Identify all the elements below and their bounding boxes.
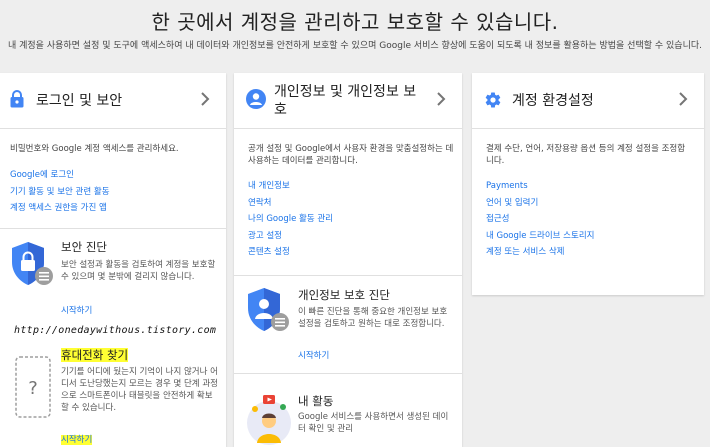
login-security-title: 로그인 및 보안 bbox=[36, 93, 123, 109]
find-phone-start-link[interactable]: 시작하기 bbox=[61, 433, 93, 445]
link-ad-settings[interactable]: 광고 설정 bbox=[248, 228, 333, 245]
privacy-card: 개인정보 및 개인정보 보호 공개 설정 및 Google에서 사용자 환경을 … bbox=[234, 73, 462, 447]
security-check-description: 보안 설정과 활동을 검토하여 계정을 보호할 수 있으며 몇 분밖에 걸리지 … bbox=[61, 260, 216, 282]
gear-icon bbox=[485, 92, 501, 108]
link-device-activity[interactable]: 기기 활동 및 보안 관련 활동 bbox=[10, 184, 110, 201]
privacy-description: 공개 설정 및 Google에서 사용자 환경을 맞춤설정하는 데 사용하는 데… bbox=[248, 144, 454, 166]
divider bbox=[0, 228, 226, 229]
person-icon bbox=[246, 89, 266, 109]
chevron-right-icon[interactable] bbox=[676, 91, 690, 107]
link-google-signin[interactable]: Google에 로그인 bbox=[10, 167, 110, 184]
lock-icon bbox=[10, 90, 24, 108]
page-headline: 한 곳에서 계정을 관리하고 보호할 수 있습니다. bbox=[151, 10, 559, 34]
privacy-title: 개인정보 및 개인정보 보호 bbox=[274, 84, 417, 118]
link-drive-storage[interactable]: 내 Google 드라이브 스토리지 bbox=[486, 228, 594, 245]
link-accessibility[interactable]: 접근성 bbox=[486, 211, 594, 228]
chevron-right-icon[interactable] bbox=[198, 91, 212, 107]
link-contacts[interactable]: 연락처 bbox=[248, 195, 333, 212]
find-phone-description: 기기를 어디에 뒀는지 기억이 나지 않거나 어디서 도난당했는지 모르는 경우… bbox=[61, 367, 218, 413]
link-connected-apps[interactable]: 계정 액세스 권한을 가진 앱 bbox=[10, 200, 110, 217]
login-security-description: 비밀번호와 Google 계정 액세스를 관리하세요. bbox=[10, 144, 179, 154]
preferences-description: 결제 수단, 언어, 저장용량 옵션 등의 계정 설정을 조정합니다. bbox=[486, 144, 686, 166]
login-security-header[interactable]: 로그인 및 보안 bbox=[0, 73, 226, 129]
link-delete-account[interactable]: 계정 또는 서비스 삭제 bbox=[486, 244, 594, 261]
page-subtitle: 내 계정을 사용하면 설정 및 도구에 액세스하여 내 데이터와 개인정보를 안… bbox=[7, 41, 702, 51]
link-personal-info[interactable]: 내 개인정보 bbox=[248, 178, 333, 195]
privacy-check-start-link[interactable]: 시작하기 bbox=[298, 349, 329, 361]
privacy-check-description: 이 빠른 진단을 통해 중요한 개인정보 보호 설정을 검토하고 원하는 대로 … bbox=[298, 307, 448, 329]
privacy-links: 내 개인정보 연락처 나의 Google 활동 관리 광고 설정 콘텐츠 설정 bbox=[248, 178, 333, 261]
phone-question-icon: ? bbox=[15, 356, 51, 418]
my-activity-description: Google 서비스를 사용하면서 생성된 데이터 확인 및 관리 bbox=[298, 412, 449, 434]
link-content-settings[interactable]: 콘텐츠 설정 bbox=[248, 244, 333, 261]
preferences-header[interactable]: 계정 환경설정 bbox=[472, 73, 704, 129]
link-activity-controls[interactable]: 나의 Google 활동 관리 bbox=[248, 211, 333, 228]
svg-text:?: ? bbox=[28, 378, 38, 399]
link-payments[interactable]: Payments bbox=[486, 178, 594, 195]
my-activity-illustration-icon bbox=[247, 395, 291, 445]
security-check-start-link[interactable]: 시작하기 bbox=[61, 304, 92, 316]
link-language-input[interactable]: 언어 및 입력기 bbox=[486, 195, 594, 212]
my-activity-title[interactable]: 내 활동 bbox=[298, 393, 333, 409]
security-shield-icon bbox=[12, 242, 53, 285]
find-phone-title[interactable]: 휴대전화 찾기 bbox=[61, 347, 129, 363]
divider bbox=[234, 373, 462, 374]
security-check-title[interactable]: 보안 진단 bbox=[61, 239, 107, 255]
blog-watermark: http://onedaywithous.tistory.com bbox=[14, 325, 217, 336]
privacy-shield-icon bbox=[248, 288, 289, 331]
privacy-check-title[interactable]: 개인정보 보호 진단 bbox=[298, 287, 390, 303]
chevron-right-icon[interactable] bbox=[434, 91, 448, 107]
divider bbox=[234, 275, 462, 276]
privacy-header[interactable]: 개인정보 및 개인정보 보호 bbox=[234, 73, 462, 129]
preferences-card: 계정 환경설정 결제 수단, 언어, 저장용량 옵션 등의 계정 설정을 조정합… bbox=[472, 73, 704, 295]
login-security-links: Google에 로그인 기기 활동 및 보안 관련 활동 계정 액세스 권한을 … bbox=[10, 167, 110, 217]
login-security-card: 로그인 및 보안 비밀번호와 Google 계정 액세스를 관리하세요. Goo… bbox=[0, 73, 226, 447]
preferences-links: Payments 언어 및 입력기 접근성 내 Google 드라이브 스토리지… bbox=[486, 178, 594, 261]
preferences-title: 계정 환경설정 bbox=[512, 93, 594, 109]
